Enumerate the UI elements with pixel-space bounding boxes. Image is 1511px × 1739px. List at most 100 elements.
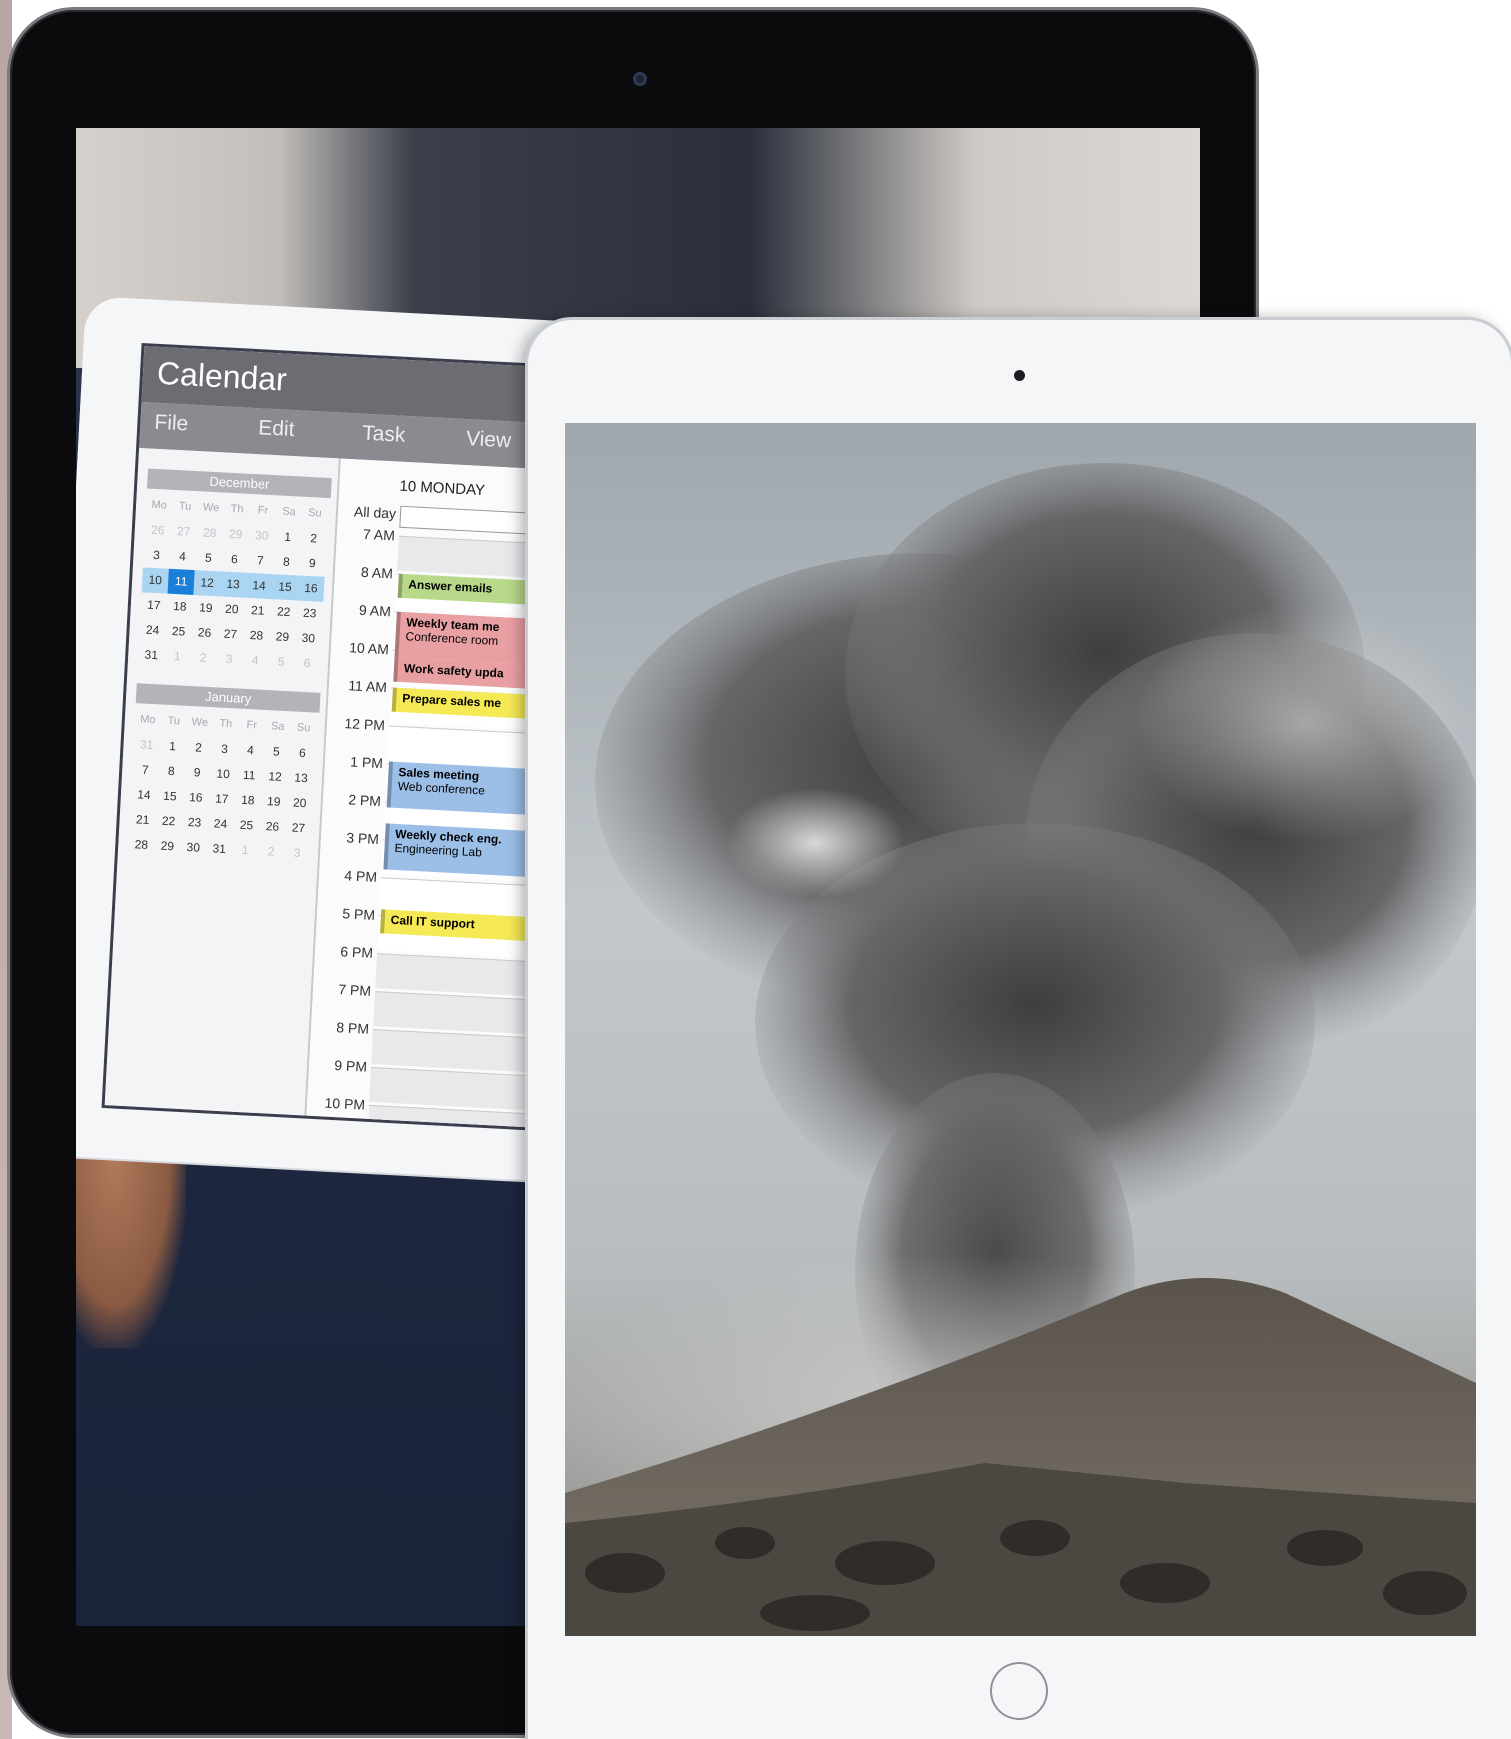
day-cell[interactable]: 10 xyxy=(141,567,169,594)
hour-label: 3 PM xyxy=(345,829,380,848)
day-cell[interactable]: 13 xyxy=(287,765,314,791)
day-cell[interactable]: 6 xyxy=(221,546,248,572)
day-cell[interactable]: 4 xyxy=(237,738,264,764)
day-cell[interactable]: 14 xyxy=(245,572,273,600)
day-cell[interactable]: 21 xyxy=(129,807,156,833)
weekday-header: Sa xyxy=(270,720,285,733)
hour-label: 10 AM xyxy=(348,639,390,658)
day-cell[interactable]: 3 xyxy=(143,542,170,568)
day-cell[interactable]: 24 xyxy=(207,811,234,837)
day-cell[interactable]: 17 xyxy=(208,786,235,812)
day-cell[interactable]: 27 xyxy=(285,815,312,841)
menu-file[interactable]: File xyxy=(154,411,189,437)
day-cell[interactable]: 29 xyxy=(269,624,296,650)
weekday-header: Fr xyxy=(257,504,269,517)
day-cell[interactable]: 28 xyxy=(243,623,270,649)
day-cell[interactable]: 3 xyxy=(283,840,310,866)
day-cell[interactable]: 27 xyxy=(170,519,197,545)
day-cell[interactable]: 6 xyxy=(293,650,320,676)
weekday-header: Mo xyxy=(139,713,156,727)
day-cell[interactable]: 4 xyxy=(169,544,196,570)
day-cell[interactable]: 2 xyxy=(258,839,285,865)
day-cell[interactable]: 18 xyxy=(234,787,261,813)
day-cell[interactable]: 1 xyxy=(164,644,191,670)
day-cell[interactable]: 12 xyxy=(261,764,288,790)
day-cell[interactable]: 26 xyxy=(144,517,171,543)
weekday-header: Tu xyxy=(167,714,181,728)
day-cell[interactable]: 28 xyxy=(128,832,155,858)
month-january: January Mo Tu We Th Fr Sa Su 31 1 2 3 4 5 6 7 8 9 10 11 12 1… xyxy=(128,683,321,866)
day-cell[interactable]: 13 xyxy=(219,571,247,598)
day-cell[interactable]: 18 xyxy=(166,594,193,620)
day-cell[interactable]: 12 xyxy=(193,570,221,597)
day-cell[interactable]: 26 xyxy=(191,620,218,646)
day-cell[interactable]: 22 xyxy=(270,599,297,625)
day-cell[interactable]: 5 xyxy=(267,649,294,675)
day-cell[interactable]: 16 xyxy=(297,575,325,602)
day-cell[interactable]: 2 xyxy=(185,735,212,761)
menu-view[interactable]: View xyxy=(465,427,511,453)
day-cell[interactable]: 26 xyxy=(259,814,286,840)
day-cell[interactable]: 11 xyxy=(235,763,262,789)
hour-label: 1 PM xyxy=(349,753,384,772)
day-cell[interactable]: 28 xyxy=(196,520,223,546)
day-cell[interactable]: 23 xyxy=(181,810,208,836)
day-cell[interactable]: 8 xyxy=(273,549,300,575)
day-cell[interactable]: 8 xyxy=(158,758,185,784)
day-cell[interactable]: 31 xyxy=(133,732,160,758)
day-cell[interactable]: 4 xyxy=(242,648,269,674)
day-cell[interactable]: 1 xyxy=(232,837,259,863)
day-cell[interactable]: 16 xyxy=(182,785,209,811)
day-cell[interactable]: 3 xyxy=(211,736,238,762)
day-cell[interactable]: 31 xyxy=(138,642,165,668)
all-day-label: All day xyxy=(353,503,397,522)
day-cell[interactable]: 14 xyxy=(130,782,157,808)
day-cell[interactable]: 30 xyxy=(248,523,275,549)
day-cell[interactable]: 5 xyxy=(263,739,290,765)
day-cell[interactable]: 23 xyxy=(296,600,323,626)
day-cell[interactable]: 21 xyxy=(244,598,271,624)
day-cell[interactable]: 5 xyxy=(195,545,222,571)
weekday-header: Sa xyxy=(281,505,297,519)
day-cell[interactable]: 7 xyxy=(132,757,159,783)
day-cell[interactable]: 31 xyxy=(206,836,233,862)
day-cell[interactable]: 9 xyxy=(299,551,326,577)
day-cell[interactable]: 27 xyxy=(217,621,244,647)
day-cell[interactable]: 7 xyxy=(247,548,274,574)
volcano-photo xyxy=(565,423,1476,1636)
day-cell[interactable]: 30 xyxy=(180,835,207,861)
day-cell[interactable]: 11 xyxy=(167,568,195,596)
home-button[interactable] xyxy=(990,1662,1048,1720)
day-cell[interactable]: 25 xyxy=(165,619,192,645)
day-cell[interactable]: 29 xyxy=(154,833,181,859)
day-cell[interactable]: 1 xyxy=(274,524,301,550)
day-cell[interactable]: 15 xyxy=(271,574,299,601)
day-cell[interactable]: 24 xyxy=(139,617,166,643)
day-cell[interactable]: 20 xyxy=(218,596,245,622)
day-cell[interactable]: 20 xyxy=(286,790,313,816)
day-cell[interactable]: 2 xyxy=(190,645,217,671)
day-cell[interactable]: 30 xyxy=(295,625,322,651)
menu-edit[interactable]: Edit xyxy=(258,416,295,442)
menu-task[interactable]: Task xyxy=(362,422,406,448)
day-cell[interactable]: 6 xyxy=(289,740,316,766)
day-cell[interactable]: 10 xyxy=(210,761,237,787)
hour-label: 6 PM xyxy=(339,943,374,961)
day-cell[interactable]: 2 xyxy=(300,526,327,552)
day-cell[interactable]: 19 xyxy=(192,595,219,621)
mini-calendar-sidebar: December Mo Tu We Th Fr Sa Su 26 27 28 29 30 1 2 3 4 5 6 7… xyxy=(104,447,341,1116)
day-cell[interactable]: 9 xyxy=(184,760,211,786)
day-cell[interactable]: 15 xyxy=(156,783,183,809)
weekday-header: Su xyxy=(307,506,322,520)
hour-label: 10 PM xyxy=(324,1094,366,1113)
day-cell[interactable]: 25 xyxy=(233,812,260,838)
day-cell[interactable]: 1 xyxy=(159,733,186,759)
day-cell[interactable]: 17 xyxy=(140,592,167,618)
camera-icon xyxy=(1014,370,1025,381)
weekday-header: Fr xyxy=(246,718,258,732)
day-cell[interactable]: 3 xyxy=(216,646,243,672)
hour-label: 4 PM xyxy=(343,867,378,886)
day-cell[interactable]: 22 xyxy=(155,808,182,834)
day-cell[interactable]: 19 xyxy=(260,789,287,815)
day-cell[interactable]: 29 xyxy=(222,521,249,547)
